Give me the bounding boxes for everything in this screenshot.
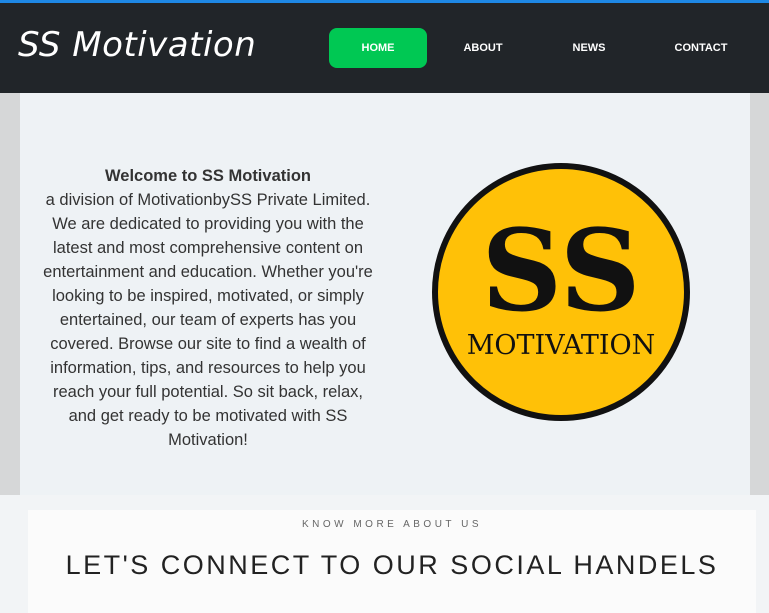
nav-about[interactable]: ABOUT (444, 28, 522, 68)
welcome-text: Welcome to SS Motivation a division of M… (42, 164, 374, 452)
about-section: KNOW MORE ABOUT US LET'S CONNECT TO OUR … (28, 510, 756, 613)
ss-motivation-logo: SS MOTIVATION (432, 163, 690, 421)
section-kicker: KNOW MORE ABOUT US (301, 519, 483, 530)
navbar: SS Motivation HOME ABOUT NEWS CONTACT (0, 3, 769, 93)
nav-home[interactable]: HOME (329, 28, 427, 68)
logo-ss-text: SS (481, 206, 640, 337)
welcome-body: a division of MotivationbySS Private Lim… (43, 191, 373, 449)
logo-motivation-text: MOTIVATION (467, 330, 656, 361)
section-headline: LET'S CONNECT TO OUR SOCIAL HANDELS (65, 550, 719, 580)
welcome-title: Welcome to SS Motivation (105, 167, 311, 185)
brand-logo-text[interactable]: SS Motivation (18, 25, 256, 65)
nav-news[interactable]: NEWS (550, 28, 628, 68)
hero-section: Welcome to SS Motivation a division of M… (20, 93, 750, 495)
nav-contact[interactable]: CONTACT (662, 28, 740, 68)
